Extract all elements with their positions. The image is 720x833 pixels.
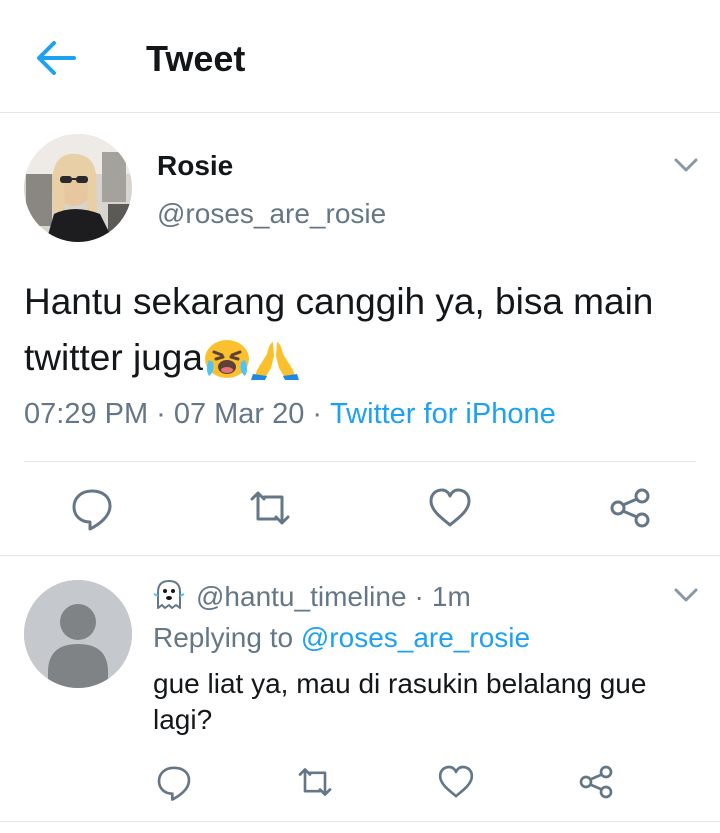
- chevron-down-icon[interactable]: [672, 154, 700, 176]
- folded-hands-icon: [250, 338, 299, 380]
- divider: [24, 461, 696, 462]
- author-name[interactable]: Rosie: [157, 150, 233, 182]
- ghost-icon: [152, 578, 186, 612]
- tweet-date: 07 Mar 20: [173, 398, 305, 430]
- page-title: Tweet: [146, 38, 246, 79]
- tweet-source-link[interactable]: Twitter for iPhone: [330, 398, 556, 430]
- reply-icon[interactable]: [68, 484, 116, 532]
- reply-time: 1m: [431, 581, 471, 612]
- like-heart-icon[interactable]: [426, 484, 474, 532]
- back-arrow-icon[interactable]: [30, 36, 80, 80]
- default-avatar[interactable]: [24, 580, 132, 688]
- reply-handle[interactable]: @hantu_timeline: [196, 581, 407, 612]
- author-handle[interactable]: @roses_are_rosie: [157, 198, 386, 230]
- crying-face-icon: [203, 338, 251, 380]
- like-heart-icon[interactable]: [436, 762, 476, 802]
- meta-separator: ·: [156, 398, 166, 430]
- divider: [0, 555, 720, 556]
- app-header: Tweet: [0, 0, 720, 113]
- meta-separator: ·: [312, 398, 323, 430]
- replying-to: Replying to @roses_are_rosie: [153, 622, 530, 654]
- tweet-text: Hantu sekarang canggih ya, bisa main twi…: [24, 274, 684, 386]
- reply-header: @hantu_timeline · 1m: [152, 578, 471, 613]
- share-icon[interactable]: [576, 762, 616, 802]
- mention-link[interactable]: @roses_are_rosie: [301, 622, 530, 653]
- divider: [0, 821, 720, 822]
- tweet-body: Hantu sekarang canggih ya, bisa main twi…: [24, 281, 654, 378]
- retweet-icon[interactable]: [246, 484, 294, 532]
- share-icon[interactable]: [606, 484, 654, 532]
- tweet-meta: 07:29 PM · 07 Mar 20 · Twitter for iPhone: [24, 398, 556, 431]
- avatar[interactable]: [24, 134, 132, 242]
- reply-text: gue liat ya, mau di rasukin belalang gue…: [153, 668, 647, 735]
- chevron-down-icon[interactable]: [672, 584, 700, 606]
- tweet-time: 07:29 PM: [24, 398, 149, 430]
- reply-icon[interactable]: [154, 762, 194, 802]
- retweet-icon[interactable]: [295, 762, 335, 802]
- replying-prefix: Replying to: [153, 622, 294, 653]
- meta-separator: ·: [414, 581, 424, 612]
